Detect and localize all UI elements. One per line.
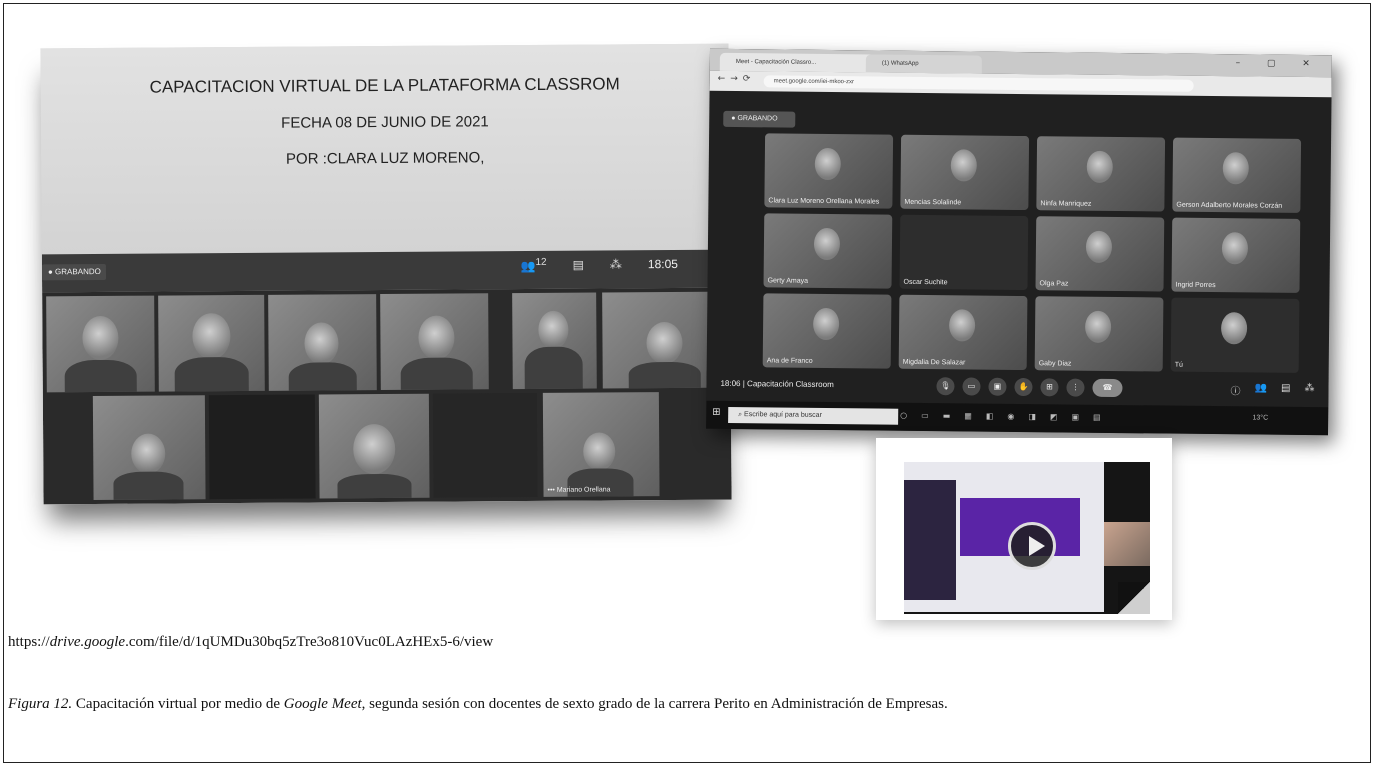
windows-start-icon[interactable]: ⊞ xyxy=(712,407,721,418)
meet-clock: 18:05 xyxy=(647,256,678,272)
activities-icon[interactable]: ⁂ xyxy=(1304,383,1314,398)
participant-tile xyxy=(432,392,538,498)
recording-badge: ● GRABANDO xyxy=(723,110,796,128)
photo-meet-screen: Meet - Capacitación Classro... (1) Whats… xyxy=(706,48,1332,436)
participant-tile: Olga Paz xyxy=(1035,216,1165,292)
participant-tile: Migdalia De Salazar xyxy=(898,294,1028,371)
taskbar-icon[interactable]: ◩ xyxy=(1050,412,1058,421)
taskbar-icon[interactable]: ▭ xyxy=(921,411,929,420)
camera-icon[interactable]: ▭ xyxy=(962,377,981,396)
figure-caption: Figura 12. Capacitación virtual por medi… xyxy=(8,696,948,712)
participant-tile xyxy=(158,294,265,392)
raise-hand-icon[interactable]: ✋ xyxy=(1014,377,1033,397)
present-icon[interactable]: ⊞ xyxy=(1040,378,1059,397)
participant-tile: Mencias Solalinde xyxy=(900,134,1030,211)
participant-tile xyxy=(318,393,430,499)
participant-tile xyxy=(92,395,206,501)
more-options-icon[interactable]: ⋮ xyxy=(1066,378,1085,397)
meeting-info: 18:06 | Capacitación Classroom xyxy=(720,378,834,390)
participant-name: Gaby Diaz xyxy=(1038,360,1072,368)
participant-name: Migdalia De Salazar xyxy=(902,358,966,367)
meet-side-icons: ⓘ 👥 ▤ ⁂ xyxy=(1230,382,1314,398)
info-icon[interactable]: ⓘ xyxy=(1230,382,1240,397)
recording-badge: ● GRABANDO xyxy=(41,263,107,281)
tab-meet[interactable]: Meet - Capacitación Classro... xyxy=(719,52,876,73)
taskbar-icon[interactable]: ◧ xyxy=(986,412,994,421)
participant-tile: Gerty Amaya xyxy=(763,213,893,289)
slide-date: FECHA 08 DE JUNIO DE 2021 xyxy=(281,113,489,132)
participant-tile xyxy=(208,394,316,500)
slide-author: POR :CLARA LUZ MORENO, xyxy=(285,149,485,168)
video-sidebar xyxy=(904,480,956,600)
meeting-name: Capacitación Classroom xyxy=(747,379,834,390)
captions-icon[interactable]: ▣ xyxy=(988,377,1007,396)
participant-name: Gerson Adalberto Morales Corzán xyxy=(1176,201,1283,210)
participant-name: Olga Paz xyxy=(1039,280,1069,288)
slide-title-area: CAPACITACION VIRTUAL DE LA PLATAFORMA CL… xyxy=(40,43,730,255)
figure-label: Figura 12. xyxy=(8,696,73,712)
weather-readout: 13°C xyxy=(1252,414,1269,422)
participant-tile xyxy=(380,293,489,391)
taskbar-icon[interactable]: ▣ xyxy=(1071,413,1079,422)
end-call-button[interactable]: ☎ xyxy=(1092,378,1123,398)
product-name: Google Meet xyxy=(283,696,362,712)
participant-tile: Tú xyxy=(1170,297,1300,373)
participant-tile xyxy=(268,294,377,391)
participant-name: Tú xyxy=(1174,361,1183,369)
participant-tile: Ana de Franco xyxy=(762,293,892,369)
people-icon: 👥12 xyxy=(520,256,547,274)
page-curl xyxy=(1118,582,1150,614)
participant-name: Oscar Suchite xyxy=(903,278,948,287)
recording-label: GRABANDO xyxy=(55,266,101,277)
recording-label: GRABANDO xyxy=(737,115,778,123)
participant-name: Clara Luz Moreno Orellana Morales xyxy=(768,197,880,206)
chat-icon[interactable]: ▤ xyxy=(1281,383,1291,398)
taskbar-icon[interactable]: ◨ xyxy=(1028,412,1036,421)
video-thumbnail[interactable] xyxy=(876,438,1172,620)
taskbar-icon[interactable]: ◉ xyxy=(1007,412,1014,421)
meeting-time: 18:06 xyxy=(720,378,741,389)
participant-tile: Gaby Diaz xyxy=(1034,296,1164,372)
participant-tile: ••• Mariano Orellana xyxy=(542,392,660,497)
taskbar-icon[interactable]: ○ xyxy=(900,411,907,420)
call-controls: 🎙 ▭ ▣ ✋ ⊞ ⋮ ☎ xyxy=(936,377,1123,398)
tab-whatsapp[interactable]: (1) WhatsApp xyxy=(865,54,982,74)
participant-name: Ana de Franco xyxy=(766,357,813,365)
participant-name: Gerty Amaya xyxy=(767,277,809,285)
participant-grid: ••• Mariano Orellana xyxy=(42,287,732,505)
mic-icon[interactable]: 🎙 xyxy=(936,377,955,396)
activities-icon: ⁂ xyxy=(609,257,622,272)
participant-tile xyxy=(512,292,597,390)
participant-tile: Ninfa Manriquez xyxy=(1036,136,1166,212)
participant-tile xyxy=(46,295,155,393)
taskbar-app-icons: ○ ▭ ▬ ▦ ◧ ◉ ◨ ◩ ▣ ▤ xyxy=(900,411,1101,422)
people-icon[interactable]: 👥 xyxy=(1254,382,1268,397)
video-webcam xyxy=(1104,522,1150,566)
video-preview xyxy=(904,462,1150,614)
participant-tile: Gerson Adalberto Morales Corzán xyxy=(1172,137,1302,213)
meet-status-icons: 👥12 ▤ ⁂ 18:05 xyxy=(520,256,678,273)
taskbar-icon[interactable]: ▦ xyxy=(964,411,972,420)
participant-tile: Ingrid Porres xyxy=(1171,217,1301,293)
window-controls[interactable]: – ▢ ✕ xyxy=(1236,58,1322,69)
taskbar-icon[interactable]: ▤ xyxy=(1093,413,1101,422)
nav-buttons[interactable]: ←→⟳ xyxy=(718,74,756,84)
slide-title: CAPACITACION VIRTUAL DE LA PLATAFORMA CL… xyxy=(149,74,620,97)
drive-link[interactable]: https://drive.google.com/file/d/1qUMDu30… xyxy=(8,634,493,651)
participant-tile: Oscar Suchite xyxy=(899,214,1029,291)
play-icon[interactable] xyxy=(1008,522,1056,570)
participant-name: Ingrid Porres xyxy=(1175,281,1216,290)
url-field[interactable]: meet.google.com/iei-mkoo-zxr xyxy=(763,75,1194,92)
chat-icon: ▤ xyxy=(572,257,584,272)
taskbar-icon[interactable]: ▬ xyxy=(943,411,951,420)
participant-name: Ninfa Manriquez xyxy=(1040,200,1092,208)
participant-tile: Clara Luz Moreno Orellana Morales xyxy=(764,133,894,209)
participant-count: 12 xyxy=(535,256,547,268)
taskbar-search[interactable]: ⌕ Escribe aquí para buscar xyxy=(728,406,899,425)
participant-name: ••• Mariano Orellana xyxy=(547,486,611,494)
participant-name: Mencias Solalinde xyxy=(904,198,962,207)
photo-session-one: CAPACITACION VIRTUAL DE LA PLATAFORMA CL… xyxy=(40,43,732,505)
